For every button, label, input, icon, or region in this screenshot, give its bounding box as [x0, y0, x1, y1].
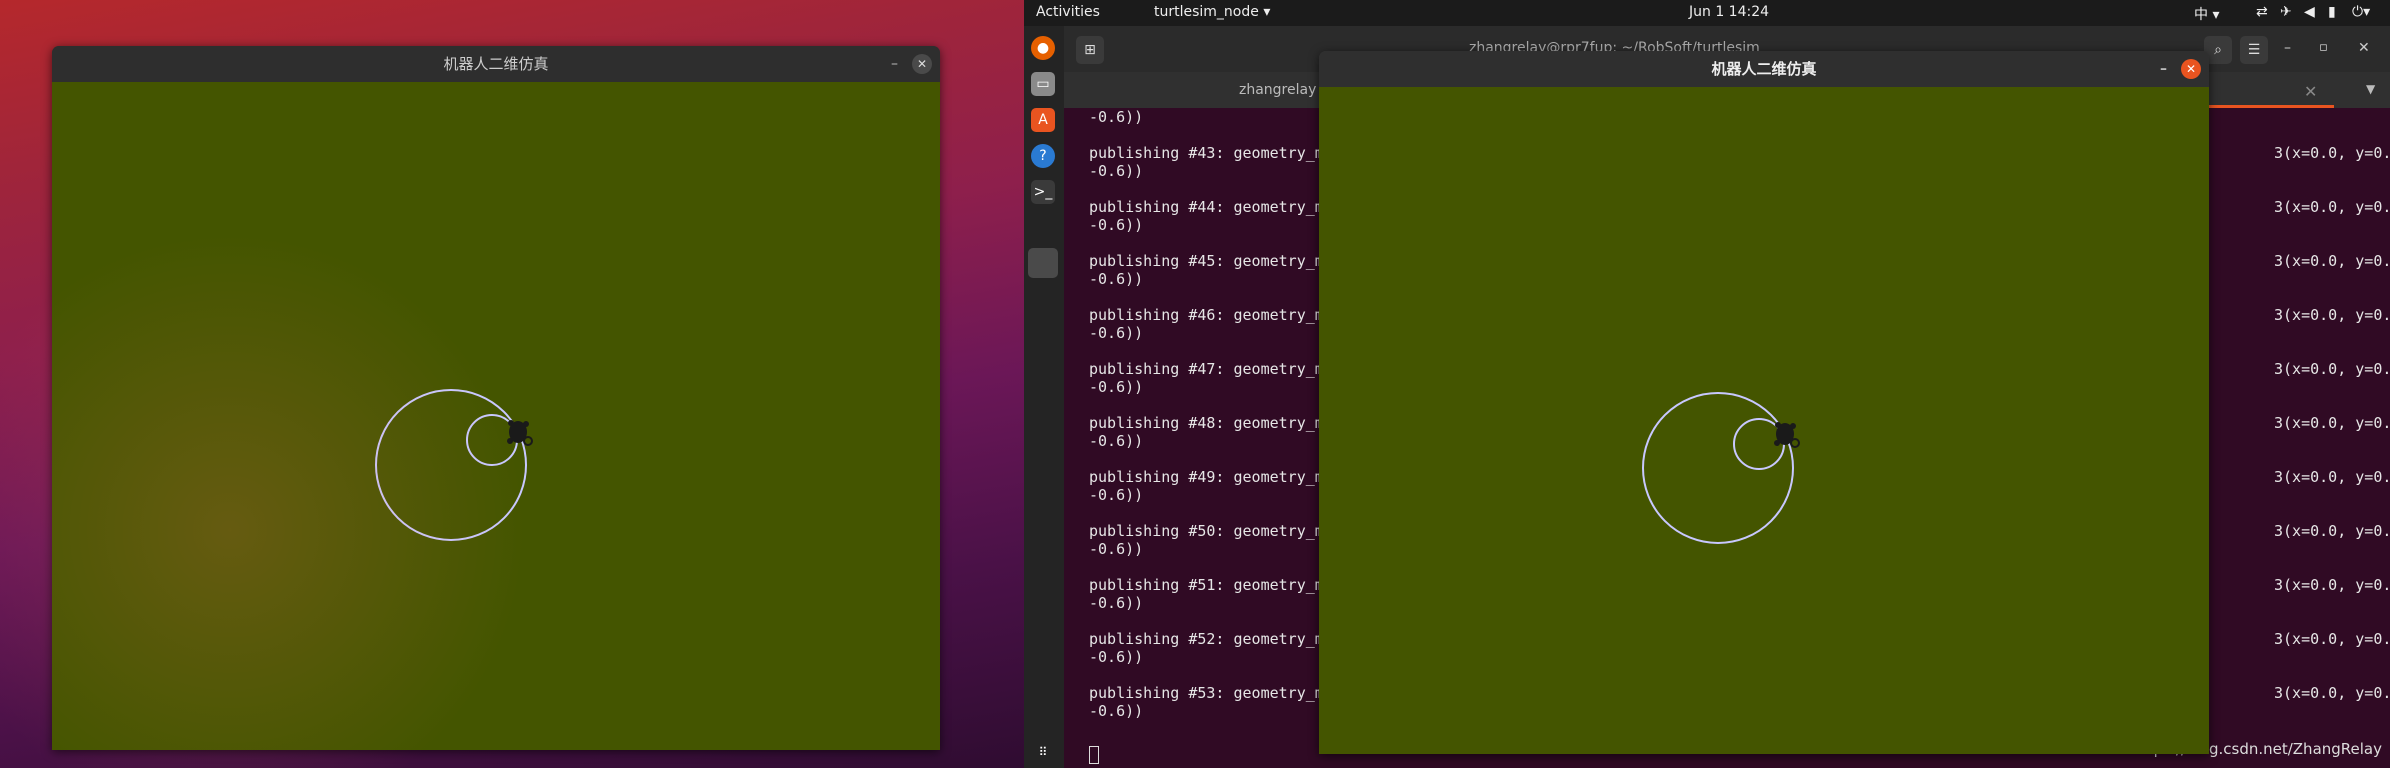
terminal-line-text: -0.6)): [1089, 378, 1144, 396]
turtlesim-window-right[interactable]: 机器人二维仿真 – ✕: [1319, 51, 2209, 754]
terminal-cursor: [1089, 746, 1099, 764]
window-titlebar[interactable]: 机器人二维仿真 – ✕: [1319, 51, 2209, 87]
terminal-line-text: publishing #49: geometry_msg: [1089, 468, 1342, 486]
terminal-line-text: publishing #51: geometry_msg: [1089, 576, 1342, 594]
turtle-trail-svg: [1642, 392, 1800, 544]
terminal-line-tail: 3(x=0.0, y=0.0, z=: [2274, 684, 2390, 702]
terminal-line-text: publishing #44: geometry_msg: [1089, 198, 1342, 216]
terminal-line-tail: 3(x=0.0, y=0.0, z=: [2274, 414, 2390, 432]
turtlesim-window-left[interactable]: 机器人二维仿真 – ✕: [52, 46, 940, 750]
show-apps-icon[interactable]: ⠿: [1031, 740, 1055, 764]
activities-button[interactable]: Activities: [1036, 4, 1100, 20]
minimize-button[interactable]: –: [891, 46, 898, 82]
trail-small-circle: [466, 414, 518, 466]
input-method-menu[interactable]: 中 ▾: [2194, 4, 2219, 24]
terminal-line-text: publishing #53: geometry_msg: [1089, 684, 1342, 702]
clock[interactable]: Jun 1 14:24: [1689, 4, 1769, 20]
battery-icon[interactable]: ▮: [2328, 4, 2336, 20]
maximize-button[interactable]: ▫: [2319, 40, 2328, 55]
window-title: 机器人二维仿真: [1711, 60, 1817, 78]
terminal-line-text: -0.6)): [1089, 270, 1144, 288]
new-tab-button[interactable]: ⊞: [1076, 36, 1104, 64]
terminal-line-text: -0.6)): [1089, 702, 1144, 720]
terminal-icon[interactable]: >_: [1031, 180, 1055, 204]
terminal-line-tail: 3(x=0.0, y=0.0, z=: [2274, 630, 2390, 648]
running-app-icon[interactable]: [1028, 248, 1058, 278]
terminal-line-tail: 3(x=0.0, y=0.0, z=: [2274, 198, 2390, 216]
tab-list-chevron-icon[interactable]: ▼: [2366, 82, 2375, 96]
terminal-line-text: publishing #50: geometry_msg: [1089, 522, 1342, 540]
terminal-line-text: publishing #48: geometry_msg: [1089, 414, 1342, 432]
minimize-button[interactable]: –: [2160, 51, 2167, 87]
terminal-line-tail: 3(x=0.0, y=0.0, z=: [2274, 306, 2390, 324]
tab-label: zhangrelay: [1239, 82, 1317, 98]
terminal-line-text: -0.6)): [1089, 432, 1144, 450]
terminal-line-text: publishing #47: geometry_msg: [1089, 360, 1342, 378]
turtlesim-canvas: [52, 82, 940, 750]
terminal-line-text: -0.6)): [1089, 108, 1144, 126]
trail-large-circle: [375, 389, 527, 541]
network-icon[interactable]: ⇄: [2256, 4, 2268, 20]
terminal-line-tail: 3(x=0.0, y=0.0, z=: [2274, 144, 2390, 162]
terminal-line-tail: 3(x=0.0, y=0.0, z=: [2274, 252, 2390, 270]
close-button[interactable]: ✕: [2358, 40, 2370, 56]
terminal-line-text: publishing #46: geometry_msg: [1089, 306, 1342, 324]
close-button[interactable]: ✕: [912, 54, 932, 74]
left-desktop-wallpaper: 机器人二维仿真 – ✕: [0, 0, 1024, 768]
terminal-line-text: -0.6)): [1089, 648, 1144, 666]
hamburger-menu-icon[interactable]: ☰: [2240, 36, 2268, 64]
turtle-icon: [507, 420, 533, 446]
terminal-line-tail: 3(x=0.0, y=0.0, z=: [2274, 576, 2390, 594]
terminal-line-text: publishing #52: geometry_msg: [1089, 630, 1342, 648]
volume-icon[interactable]: ◀: [2304, 4, 2315, 20]
trail-large-circle: [1642, 392, 1794, 544]
turtle-icon: [1774, 422, 1800, 448]
window-title: 机器人二维仿真: [443, 55, 549, 73]
close-button[interactable]: ✕: [2181, 59, 2201, 79]
files-icon[interactable]: ▭: [1031, 72, 1055, 96]
right-screen: Activities turtlesim_node ▾ Jun 1 14:24 …: [1024, 0, 2390, 768]
window-titlebar[interactable]: 机器人二维仿真 – ✕: [52, 46, 940, 82]
terminal-line-text: publishing #43: geometry_msg: [1089, 144, 1342, 162]
tab-close-icon[interactable]: ✕: [2304, 82, 2317, 101]
gnome-topbar: Activities turtlesim_node ▾ Jun 1 14:24 …: [1024, 0, 2390, 26]
turtlesim-canvas: [1319, 87, 2209, 754]
turtle-trail-svg: [375, 389, 533, 541]
terminal-line-text: publishing #45: geometry_msg: [1089, 252, 1342, 270]
terminal-line-tail: 3(x=0.0, y=0.0, z=: [2274, 522, 2390, 540]
app-menu[interactable]: turtlesim_node ▾: [1154, 4, 1270, 20]
terminal-line-text: -0.6)): [1089, 216, 1144, 234]
airplane-icon[interactable]: ✈: [2280, 4, 2292, 20]
power-menu-icon[interactable]: ⏻▾: [2352, 4, 2370, 20]
terminal-line-text: -0.6)): [1089, 540, 1144, 558]
minimize-button[interactable]: –: [2284, 40, 2291, 56]
terminal-line-tail: 3(x=0.0, y=0.0, z=: [2274, 468, 2390, 486]
terminal-line-tail: 3(x=0.0, y=0.0, z=: [2274, 360, 2390, 378]
terminal-line-text: -0.6)): [1089, 594, 1144, 612]
terminal-line-text: -0.6)): [1089, 162, 1144, 180]
terminal-line-text: -0.6)): [1089, 486, 1144, 504]
dock: ● ▭ A ? >_ ⠿: [1024, 26, 1064, 768]
terminal-line-text: -0.6)): [1089, 324, 1144, 342]
software-icon[interactable]: A: [1031, 108, 1055, 132]
help-icon[interactable]: ?: [1031, 144, 1055, 168]
firefox-icon[interactable]: ●: [1031, 36, 1055, 60]
